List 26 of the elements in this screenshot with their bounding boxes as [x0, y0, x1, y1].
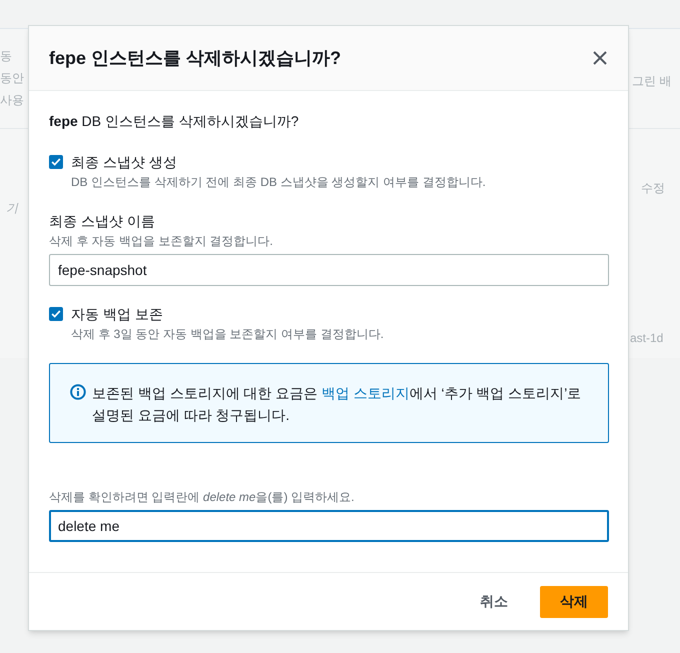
- background-text: 수정: [641, 180, 665, 197]
- info-icon: [70, 384, 86, 400]
- description-text: 삭제 후 자동 백업을 보존할지 결정합니다.: [49, 233, 274, 250]
- question-text: fepe DB 인스턴스를 삭제하시겠습니까?: [49, 112, 300, 131]
- background-text: 동: [0, 48, 12, 65]
- background-text: 동안: [0, 70, 24, 87]
- close-icon[interactable]: [592, 50, 608, 66]
- info-text: 보존된 백업 스토리지에 대한 요금은 백업 스토리지에서 ‘추가 백업 스토리지’로 설명된 요금에 따라 청구됩니다.: [92, 384, 582, 425]
- description-text: DB 인스턴스를 삭제하기 전에 최종 DB 스냅샷을 생성할지 여부를 결정합니다.: [71, 174, 486, 191]
- checkbox-label: 자동 백업 보존: [71, 305, 164, 324]
- checkbox[interactable]: [49, 155, 63, 169]
- dialog-title: fepe 인스턴스를 삭제하시겠습니까?: [49, 46, 342, 70]
- input-field[interactable]: fepe-snapshot: [49, 254, 609, 286]
- checkbox[interactable]: [49, 307, 63, 321]
- cancel-button[interactable]: 취소: [476, 586, 512, 618]
- checkbox-label: 최종 스냅샷 생성: [71, 153, 178, 172]
- confirm-label: 삭제를 확인하려면 입력란에 delete me을(를) 입력하세요.: [49, 489, 356, 506]
- background-text: 사용: [0, 92, 24, 109]
- description-text: 삭제 후 3일 동안 자동 백업을 보존할지 여부를 결정합니다.: [71, 326, 384, 343]
- backup-storage-link[interactable]: 백업 스토리지: [321, 385, 410, 401]
- background-text: 기: [6, 200, 18, 217]
- input-field[interactable]: delete me: [49, 510, 609, 542]
- field-label: 최종 스냅샷 이름: [49, 212, 156, 231]
- background-text: 그린 배: [632, 73, 672, 90]
- delete-button[interactable]: 삭제: [540, 586, 608, 618]
- background-text: ast-1d: [630, 330, 664, 347]
